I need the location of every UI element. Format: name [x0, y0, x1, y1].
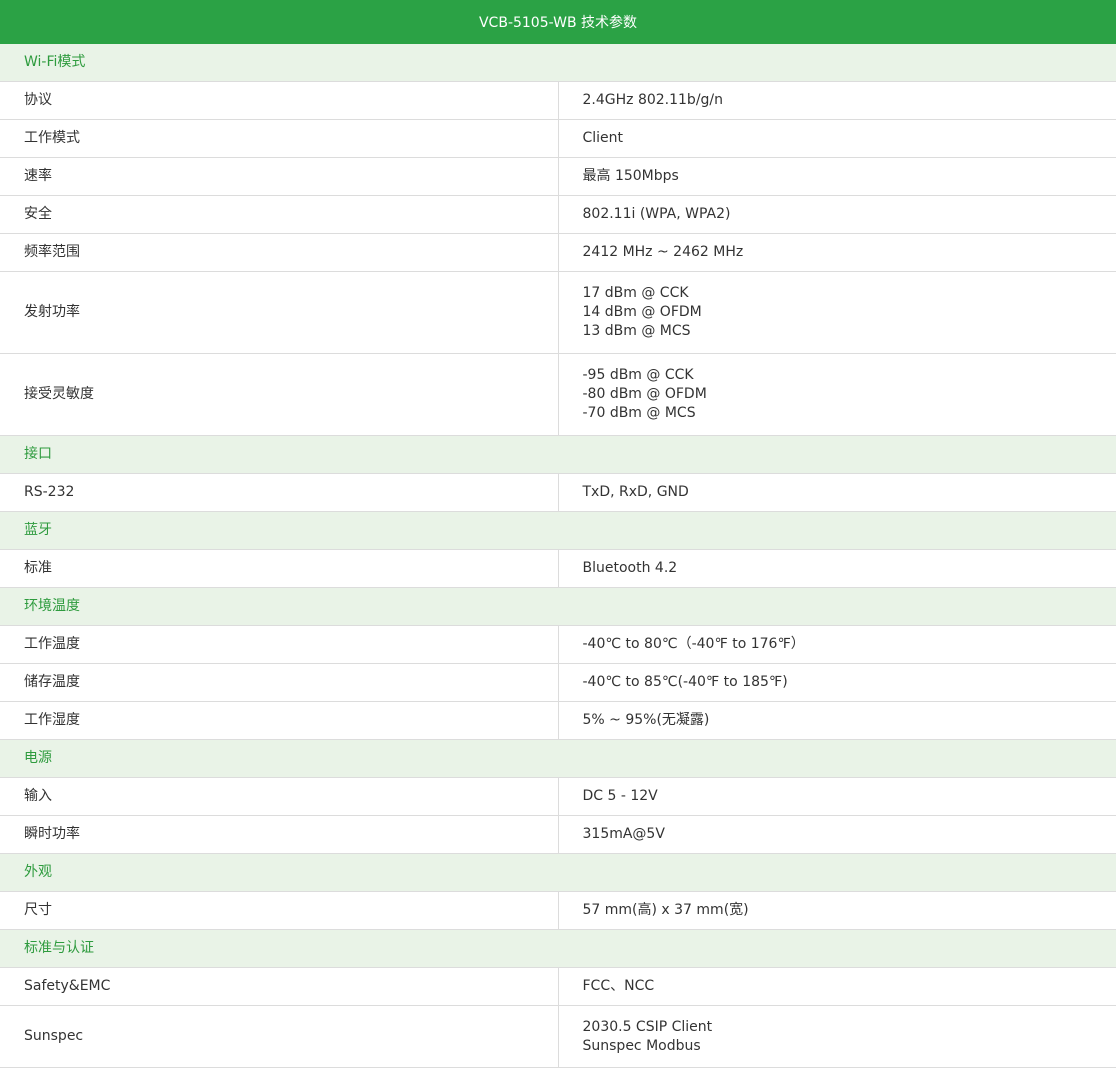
section-header: 电源 — [0, 739, 1116, 778]
param-value-line: 57 mm(高) x 37 mm(宽) — [582, 902, 749, 918]
table-row: Safety&EMC FCC、NCC — [0, 967, 1116, 1006]
param-label: 接受灵敏度 — [0, 353, 559, 436]
param-label: 发射功率 — [0, 271, 559, 354]
table-row: 瞬时功率 315mA@5V — [0, 815, 1116, 854]
param-value: DC 5 - 12V — [558, 777, 1116, 816]
param-label: 输入 — [0, 777, 559, 816]
param-label: 瞬时功率 — [0, 815, 559, 854]
param-value: 最高 150Mbps — [558, 157, 1116, 196]
param-label: 标准 — [0, 549, 559, 588]
param-label: 协议 — [0, 81, 559, 120]
param-label: 频率范围 — [0, 233, 559, 272]
table-row: 储存温度 -40℃ to 85℃(-40℉ to 185℉) — [0, 663, 1116, 702]
param-value: Bluetooth 4.2 — [558, 549, 1116, 588]
param-value-line: FCC、NCC — [582, 978, 655, 994]
param-value-line: 最高 150Mbps — [582, 168, 679, 184]
section-header: 环境温度 — [0, 587, 1116, 626]
param-label: 储存温度 — [0, 663, 559, 702]
table-row: RS-232 TxD, RxD, GND — [0, 473, 1116, 512]
section-header: 标准与认证 — [0, 929, 1116, 968]
param-value-line: -95 dBm @ CCK — [582, 367, 694, 383]
section-title: 标准与认证 — [0, 929, 1116, 968]
table-row: 速率 最高 150Mbps — [0, 157, 1116, 196]
param-label: 速率 — [0, 157, 559, 196]
param-value: 315mA@5V — [558, 815, 1116, 854]
table-row: 安全 802.11i (WPA, WPA2) — [0, 195, 1116, 234]
table-row: 协议 2.4GHz 802.11b/g/n — [0, 81, 1116, 120]
param-value-line: 14 dBm @ OFDM — [582, 304, 702, 320]
param-value-line: 2030.5 CSIP Client — [582, 1018, 713, 1035]
spec-table: Wi-Fi模式 协议 2.4GHz 802.11b/g/n 工作模式 Client 速率 最… — [0, 44, 1116, 1068]
param-value-line: 802.11i (WPA, WPA2) — [582, 206, 731, 222]
table-row: Sunspec 2030.5 CSIP Client Sunspec Modbus — [0, 1005, 1116, 1068]
param-value-line: -80 dBm @ OFDM — [582, 386, 707, 402]
page-title: VCB-5105-WB 技术参数 — [478, 15, 638, 31]
section-title: 蓝牙 — [0, 511, 1116, 550]
param-value-line: 17 dBm @ CCK — [582, 285, 689, 301]
param-label: Safety&EMC — [0, 967, 559, 1006]
param-value-line: 315mA@5V — [582, 826, 665, 842]
param-value-line: TxD, RxD, GND — [582, 484, 689, 500]
section-title: 电源 — [0, 739, 1116, 778]
param-value: 17 dBm @ CCK 14 dBm @ OFDM 13 dBm @ MCS — [558, 271, 1116, 354]
section-header: 接口 — [0, 435, 1116, 474]
param-value: -40℃ to 85℃(-40℉ to 185℉) — [558, 663, 1116, 702]
table-row: 发射功率 17 dBm @ CCK 14 dBm @ OFDM 13 dBm @ MC… — [0, 271, 1116, 354]
param-label: Sunspec — [0, 1005, 559, 1068]
param-value: 802.11i (WPA, WPA2) — [558, 195, 1116, 234]
param-label: 安全 — [0, 195, 559, 234]
param-value: -40℃ to 80℃（-40℉ to 176℉） — [558, 625, 1116, 664]
param-value-line: Sunspec Modbus — [582, 1037, 701, 1054]
table-row: 工作湿度 5% ~ 95%(无凝露) — [0, 701, 1116, 740]
param-value: 2030.5 CSIP Client Sunspec Modbus — [558, 1005, 1116, 1068]
section-header: 蓝牙 — [0, 511, 1116, 550]
param-label: 尺寸 — [0, 891, 559, 930]
param-value-line: Bluetooth 4.2 — [582, 560, 678, 576]
param-value-line: DC 5 - 12V — [582, 788, 658, 804]
section-title: Wi-Fi模式 — [0, 44, 1116, 82]
param-label: RS-232 — [0, 473, 559, 512]
table-title-bar: VCB-5105-WB 技术参数 — [0, 0, 1116, 44]
param-value-line: 2412 MHz ~ 2462 MHz — [582, 244, 744, 260]
param-value-line: 13 dBm @ MCS — [582, 323, 691, 339]
section-header: Wi-Fi模式 — [0, 44, 1116, 82]
param-value: 2.4GHz 802.11b/g/n — [558, 81, 1116, 120]
table-row: 标准 Bluetooth 4.2 — [0, 549, 1116, 588]
param-value-line: Client — [582, 130, 624, 146]
param-value: TxD, RxD, GND — [558, 473, 1116, 512]
table-row: 尺寸 57 mm(高) x 37 mm(宽) — [0, 891, 1116, 930]
param-value: -95 dBm @ CCK -80 dBm @ OFDM -70 dBm @ MCS — [558, 353, 1116, 436]
table-row: 工作温度 -40℃ to 80℃（-40℉ to 176℉） — [0, 625, 1116, 664]
table-row: 输入 DC 5 - 12V — [0, 777, 1116, 816]
param-value: 57 mm(高) x 37 mm(宽) — [558, 891, 1116, 930]
section-title: 环境温度 — [0, 587, 1116, 626]
param-label: 工作湿度 — [0, 701, 559, 740]
param-value: 2412 MHz ~ 2462 MHz — [558, 233, 1116, 272]
param-value-line: 5% ~ 95%(无凝露) — [582, 712, 710, 728]
param-value: FCC、NCC — [558, 967, 1116, 1006]
param-value-line: -40℃ to 85℃(-40℉ to 185℉) — [582, 674, 788, 690]
table-row: 接受灵敏度 -95 dBm @ CCK -80 dBm @ OFDM -70 dBm … — [0, 353, 1116, 436]
param-value-line: 2.4GHz 802.11b/g/n — [582, 92, 724, 108]
param-value-line: -70 dBm @ MCS — [582, 405, 696, 421]
param-label: 工作温度 — [0, 625, 559, 664]
table-row: 工作模式 Client — [0, 119, 1116, 158]
section-header: 外观 — [0, 853, 1116, 892]
table-row: 频率范围 2412 MHz ~ 2462 MHz — [0, 233, 1116, 272]
param-value: 5% ~ 95%(无凝露) — [558, 701, 1116, 740]
section-title: 接口 — [0, 435, 1116, 474]
param-value: Client — [558, 119, 1116, 158]
param-label: 工作模式 — [0, 119, 559, 158]
section-title: 外观 — [0, 853, 1116, 892]
param-value-line: -40℃ to 80℃（-40℉ to 176℉） — [582, 636, 805, 652]
